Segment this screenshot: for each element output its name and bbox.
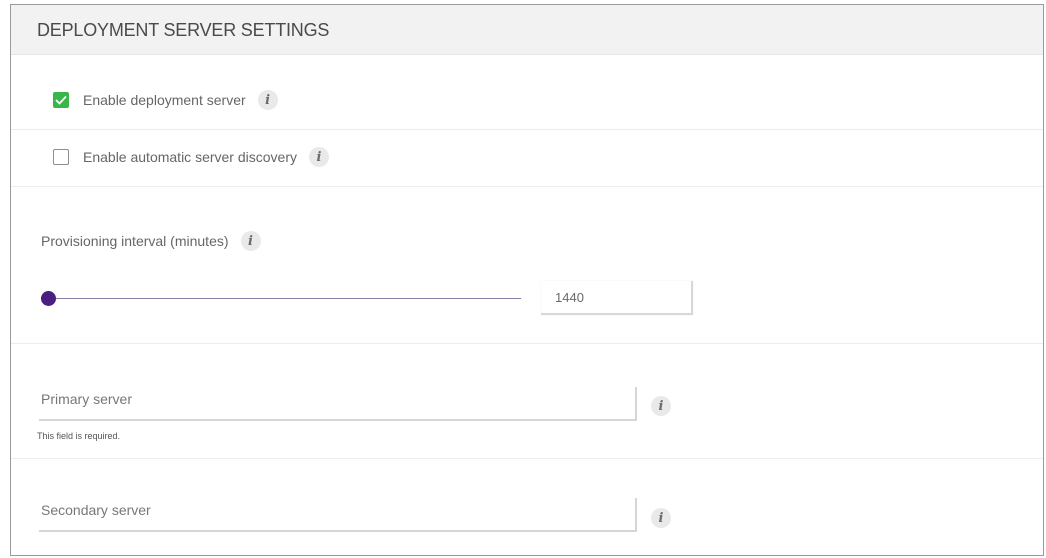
divider [11, 186, 1043, 187]
enable-deployment-server-row[interactable]: Enable deployment server i [53, 90, 278, 110]
enable-deployment-server-checkbox[interactable] [53, 92, 69, 108]
provisioning-interval-label-row: Provisioning interval (minutes) i [41, 231, 261, 251]
info-icon[interactable]: i [651, 396, 671, 416]
info-icon[interactable]: i [309, 147, 329, 167]
divider [11, 343, 1043, 344]
provisioning-interval-slider[interactable] [41, 291, 521, 306]
enable-auto-discovery-label: Enable automatic server discovery [83, 149, 297, 165]
provisioning-interval-input[interactable]: 1440 [541, 281, 693, 315]
divider [11, 129, 1043, 130]
info-icon[interactable]: i [651, 508, 671, 528]
slider-track[interactable] [41, 298, 521, 299]
deployment-server-settings-panel: DEPLOYMENT SERVER SETTINGS Enable deploy… [10, 4, 1044, 556]
enable-deployment-server-label: Enable deployment server [83, 92, 246, 108]
panel-title: DEPLOYMENT SERVER SETTINGS [37, 20, 330, 40]
divider [11, 458, 1043, 459]
primary-server-input[interactable]: Primary server [39, 387, 637, 421]
enable-auto-discovery-row[interactable]: Enable automatic server discovery i [53, 147, 329, 167]
secondary-server-input[interactable]: Secondary server [39, 498, 637, 532]
slider-thumb[interactable] [41, 291, 56, 306]
panel-header: DEPLOYMENT SERVER SETTINGS [11, 5, 1043, 55]
check-icon [55, 95, 67, 105]
enable-auto-discovery-checkbox[interactable] [53, 149, 69, 165]
info-icon[interactable]: i [257, 90, 278, 110]
provisioning-interval-label: Provisioning interval (minutes) [41, 233, 229, 249]
primary-server-helper-text: This field is required. [37, 431, 121, 441]
info-icon[interactable]: i [240, 231, 261, 251]
